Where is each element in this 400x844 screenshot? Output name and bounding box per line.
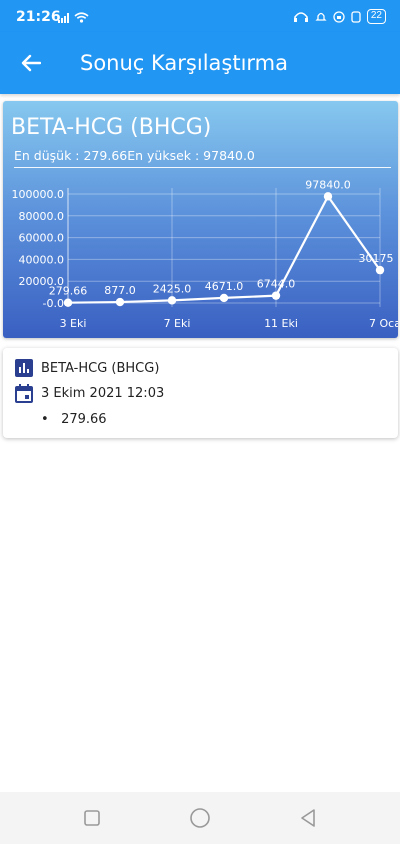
privacy-icon xyxy=(333,10,345,23)
calendar-icon xyxy=(15,384,33,403)
data-point xyxy=(115,297,125,307)
bar-chart-icon xyxy=(15,359,33,377)
y-tick-label: -0.0 xyxy=(43,297,64,310)
data-point xyxy=(167,296,177,305)
notification-bell-icon xyxy=(315,12,327,21)
data-point xyxy=(375,265,385,275)
y-tick-label: 60000.0 xyxy=(19,232,65,245)
bullet: • xyxy=(41,412,49,427)
back-nav-icon[interactable] xyxy=(296,806,320,830)
y-tick-label: 80000.0 xyxy=(19,210,65,223)
status-time: 21:26 xyxy=(16,9,61,25)
data-label: 2425.0 xyxy=(153,282,192,295)
signal-icon xyxy=(58,12,69,23)
y-tick-label: 40000.0 xyxy=(19,253,65,266)
result-info-card[interactable]: BETA-HCG (BHCG) 3 Ekim 2021 12:03 • 279.… xyxy=(3,348,398,438)
back-button[interactable] xyxy=(14,47,48,79)
data-label: 279.66 xyxy=(49,285,88,298)
battery-indicator: 22 xyxy=(366,9,386,24)
y-tick-label: 100000.0 xyxy=(12,188,65,201)
x-tick-label: 11 Eki xyxy=(264,317,298,330)
recent-apps-icon[interactable] xyxy=(80,806,104,830)
data-point xyxy=(219,293,229,303)
status-right-icons: 22 xyxy=(293,9,386,24)
wifi-icon xyxy=(74,12,89,23)
info-value: 279.66 xyxy=(61,412,107,427)
data-label: 30175 xyxy=(359,252,394,265)
nfc-icon xyxy=(351,10,361,23)
data-label: 6744.0 xyxy=(257,278,296,291)
chart-card: BETA-HCG (BHCG) En düşük : 279.66En yüks… xyxy=(3,101,398,338)
data-point xyxy=(323,192,333,201)
data-label: 97840.0 xyxy=(305,178,351,191)
headset-icon xyxy=(293,11,308,22)
data-point xyxy=(63,298,73,307)
data-label: 877.0 xyxy=(104,284,136,297)
app-bar: Sonuç Karşılaştırma xyxy=(0,32,400,94)
page-title: Sonuç Karşılaştırma xyxy=(80,51,289,75)
home-icon[interactable] xyxy=(188,806,212,830)
info-date: 3 Ekim 2021 12:03 xyxy=(41,386,165,401)
arrow-back-icon xyxy=(21,54,41,72)
x-tick-label: 7 Eki xyxy=(164,317,191,330)
info-test-name: BETA-HCG (BHCG) xyxy=(41,360,160,376)
x-tick-label: 7 Oca xyxy=(369,317,398,330)
info-test-row: BETA-HCG (BHCG) xyxy=(15,359,159,377)
system-nav-bar xyxy=(0,792,400,844)
line-chart: -0.020000.040000.060000.080000.0100000.0… xyxy=(12,178,399,330)
info-value-item: • 279.66 xyxy=(41,412,107,427)
data-point xyxy=(271,291,281,300)
info-date-row: 3 Ekim 2021 12:03 xyxy=(15,384,164,403)
data-label: 4671.0 xyxy=(205,280,244,293)
x-tick-label: 3 Eki xyxy=(60,317,87,330)
status-left-icons xyxy=(58,12,89,23)
status-bar: 21:26 22 xyxy=(0,0,400,32)
